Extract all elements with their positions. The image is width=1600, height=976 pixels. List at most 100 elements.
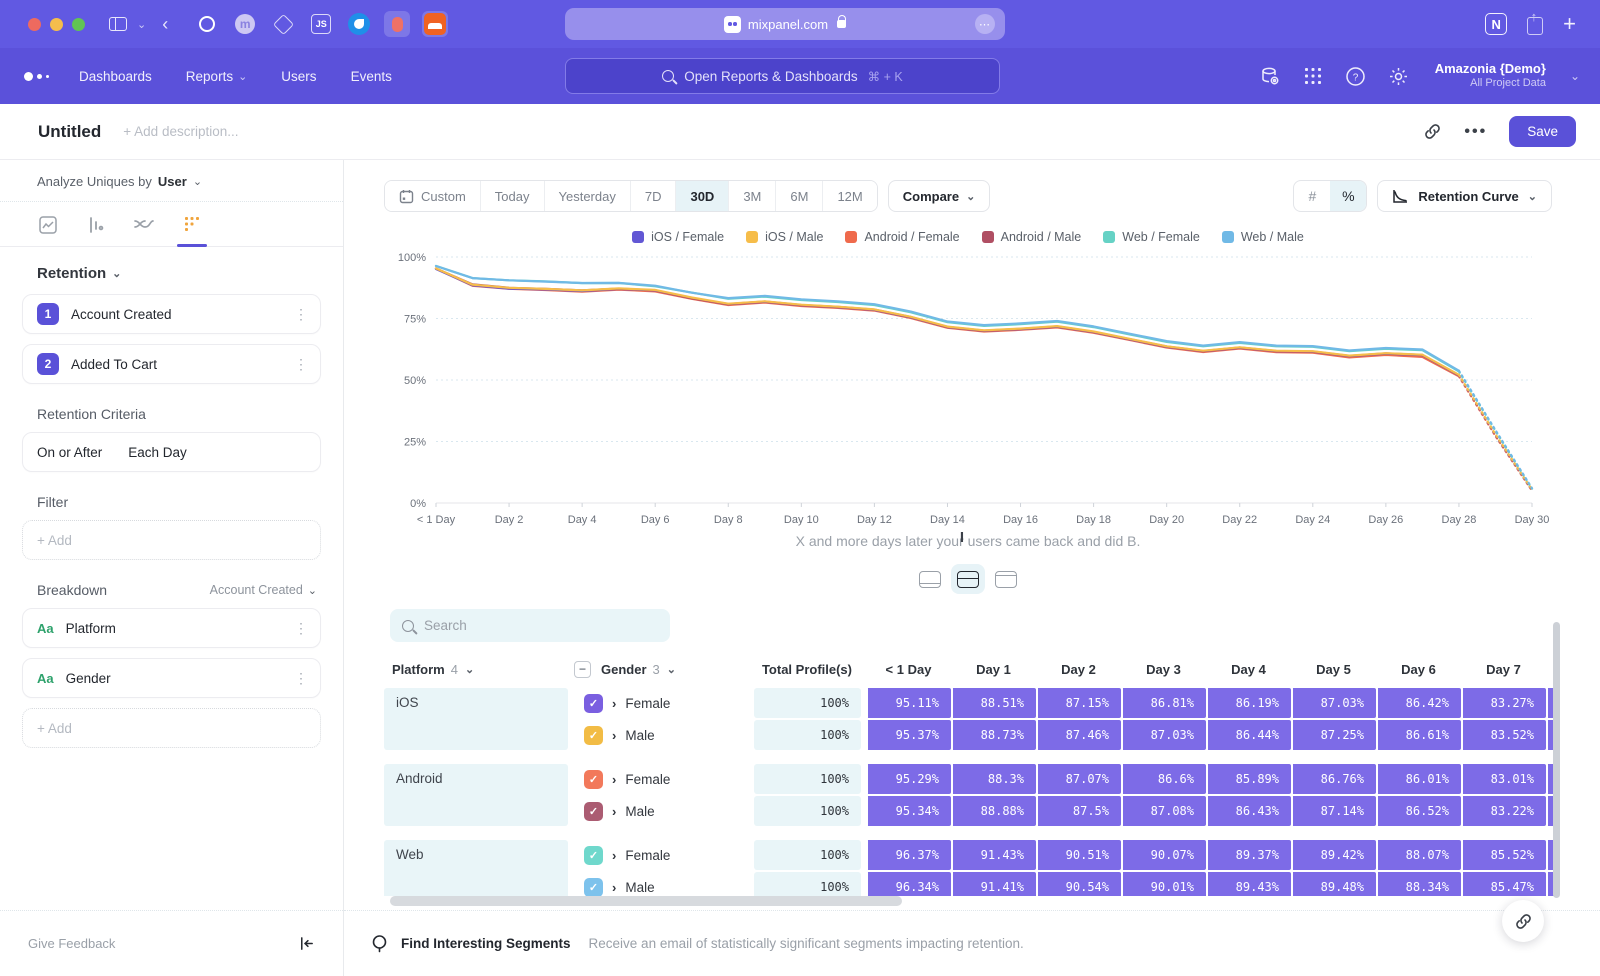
expand-chevron-icon[interactable]: ›	[612, 696, 616, 711]
retention-value-cell[interactable]: 95.34%	[866, 796, 951, 826]
add-filter-button[interactable]: + Add	[22, 520, 321, 560]
nav-reports[interactable]: Reports⌄	[186, 69, 248, 84]
tab-flows[interactable]	[133, 214, 155, 236]
retention-value-cell[interactable]: 87.15%	[1036, 688, 1121, 718]
retention-value-cell[interactable]: 95.11%	[866, 688, 951, 718]
column-day-2[interactable]: Day 2	[1036, 662, 1121, 677]
retention-step-a[interactable]: 1 Account Created ⋮	[22, 294, 321, 334]
retention-value-cell[interactable]: 88.51%	[951, 688, 1036, 718]
range-custom[interactable]: Custom	[385, 181, 481, 211]
retention-value-cell[interactable]: 87.08%	[1121, 796, 1206, 826]
retention-value-cell[interactable]: 95.29%	[866, 764, 951, 794]
column-gender[interactable]: − Gender3 ⌄	[574, 661, 754, 678]
retention-value-cell[interactable]: 87.14%	[1291, 796, 1376, 826]
range-6m[interactable]: 6M	[776, 181, 823, 211]
breakdown-gender[interactable]: Aa Gender ⋮	[22, 658, 321, 698]
retention-value-cell[interactable]: 87.46%	[1036, 720, 1121, 750]
m-avatar-icon[interactable]: m	[232, 11, 258, 37]
share-link-floating-button[interactable]	[1502, 900, 1544, 942]
retention-value-cell[interactable]: 89.48%	[1291, 872, 1376, 896]
tab-retention[interactable]	[181, 214, 203, 236]
retention-value-cell[interactable]: 86.6%	[1121, 764, 1206, 794]
compare-button[interactable]: Compare⌄	[888, 180, 991, 212]
page-title[interactable]: Untitled	[38, 122, 101, 142]
more-options-button[interactable]: •••	[1464, 123, 1487, 141]
retention-line-chart[interactable]: 0%25%50%75%100%< 1 DayDay 2Day 4Day 6Day…	[384, 247, 1552, 529]
range-7d[interactable]: 7D	[631, 181, 677, 211]
soundcloud-icon[interactable]	[422, 11, 448, 37]
expand-chevron-icon[interactable]: ›	[612, 772, 616, 787]
range-30d[interactable]: 30D	[676, 181, 729, 211]
give-feedback-link[interactable]: Give Feedback	[28, 936, 115, 951]
nav-users[interactable]: Users	[281, 69, 316, 84]
retention-value-cell[interactable]: 90.54%	[1036, 872, 1121, 896]
notion-extension-icon[interactable]: N	[1485, 13, 1507, 35]
platform-cell[interactable]: Web	[384, 840, 568, 896]
add-description-field[interactable]: + Add description...	[123, 124, 238, 139]
add-breakdown-button[interactable]: + Add	[22, 708, 321, 748]
retention-value-cell[interactable]: 86.43%	[1206, 796, 1291, 826]
retention-value-cell[interactable]: 91.43%	[951, 840, 1036, 870]
series-checkbox[interactable]: ✓	[584, 846, 603, 865]
cube-icon[interactable]	[270, 11, 296, 37]
retention-value-cell[interactable]: 86.19%	[1206, 688, 1291, 718]
bird-icon[interactable]	[346, 11, 372, 37]
retention-value-cell[interactable]: 90.07%	[1121, 840, 1206, 870]
retention-value-cell[interactable]: 88.3%	[951, 764, 1036, 794]
account-switcher[interactable]: Amazonia {Demo} All Project Data	[1435, 61, 1546, 91]
mixpanel-logo[interactable]	[24, 72, 49, 81]
retention-criteria-select[interactable]: On or After Each Day	[22, 432, 321, 472]
vertical-scrollbar[interactable]	[1553, 622, 1560, 898]
range-today[interactable]: Today	[481, 181, 545, 211]
table-search[interactable]	[390, 609, 670, 642]
column-day-5[interactable]: Day 5	[1291, 662, 1376, 677]
percent-toggle[interactable]: %	[1330, 181, 1366, 211]
retention-value-cell[interactable]: 87.07%	[1036, 764, 1121, 794]
retention-value-cell[interactable]: 83.52%	[1461, 720, 1546, 750]
retention-value-cell[interactable]: 85.89%	[1206, 764, 1291, 794]
platform-cell[interactable]: Android	[384, 764, 568, 826]
retention-value-cell[interactable]: 86.44%	[1206, 720, 1291, 750]
column-total-profiles[interactable]: Total Profile(s)	[754, 662, 866, 677]
collapse-sidebar-icon[interactable]	[298, 935, 315, 952]
retention-value-cell[interactable]: 87.03%	[1121, 720, 1206, 750]
retention-value-cell[interactable]: 86.76%	[1291, 764, 1376, 794]
close-window-button[interactable]	[28, 18, 41, 31]
series-checkbox[interactable]: ✓	[584, 770, 603, 789]
js-icon[interactable]: JS	[308, 11, 334, 37]
retention-value-cell[interactable]: 95.37%	[866, 720, 951, 750]
help-icon[interactable]: ?	[1345, 66, 1366, 87]
data-management-icon[interactable]	[1259, 65, 1281, 87]
legend-item[interactable]: iOS / Male	[746, 230, 823, 244]
retention-value-cell[interactable]: 83.27%	[1461, 688, 1546, 718]
expand-chevron-icon[interactable]: ›	[612, 804, 616, 819]
retention-value-cell[interactable]: 87.03%	[1291, 688, 1376, 718]
chart-type-select[interactable]: Retention Curve⌄	[1377, 180, 1552, 212]
retention-value-cell[interactable]: 85.52%	[1461, 840, 1546, 870]
target-icon[interactable]	[194, 11, 220, 37]
settings-gear-icon[interactable]	[1388, 66, 1409, 87]
split-view-toggle[interactable]	[951, 564, 985, 594]
column--1-day[interactable]: < 1 Day	[866, 662, 951, 677]
legend-item[interactable]: iOS / Female	[632, 230, 724, 244]
series-checkbox[interactable]: ✓	[584, 802, 603, 821]
legend-item[interactable]: Web / Male	[1222, 230, 1304, 244]
analyze-entity-select[interactable]: User	[158, 174, 187, 189]
retention-value-cell[interactable]: 86.42%	[1376, 688, 1461, 718]
gender-cell[interactable]: ✓›Female	[574, 764, 754, 794]
chart-only-toggle[interactable]	[913, 564, 947, 594]
range-3m[interactable]: 3M	[729, 181, 776, 211]
address-more-icon[interactable]: ⋯	[975, 14, 995, 34]
column-day-4[interactable]: Day 4	[1206, 662, 1291, 677]
legend-item[interactable]: Android / Female	[845, 230, 959, 244]
chevron-down-icon[interactable]: ⌄	[137, 18, 146, 31]
retention-value-cell[interactable]: 96.37%	[866, 840, 951, 870]
nav-events[interactable]: Events	[351, 69, 392, 84]
retention-step-b[interactable]: 2 Added To Cart ⋮	[22, 344, 321, 384]
retention-section-header[interactable]: Retention⌄	[22, 265, 321, 282]
column-day-1[interactable]: Day 1	[951, 662, 1036, 677]
browser-sidebar-icon[interactable]	[109, 17, 127, 31]
gender-cell[interactable]: ✓›Male	[574, 720, 754, 750]
kebab-menu-icon[interactable]: ⋮	[294, 306, 308, 323]
copy-link-icon[interactable]	[1423, 122, 1442, 141]
